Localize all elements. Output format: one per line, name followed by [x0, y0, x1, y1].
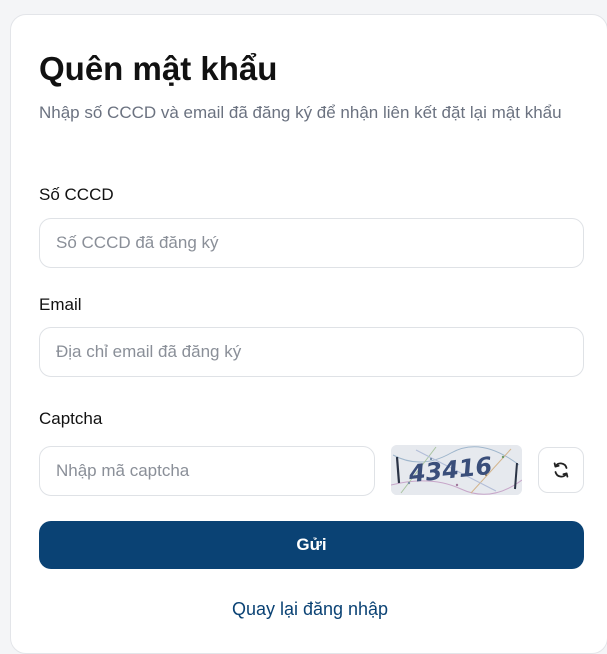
- back-to-login-link[interactable]: Quay lại đăng nhập: [11, 598, 607, 620]
- cccd-label: Số CCCD: [39, 185, 114, 204]
- captcha-image: 43416: [391, 445, 522, 495]
- email-input[interactable]: [39, 327, 584, 377]
- refresh-captcha-button[interactable]: [538, 447, 584, 493]
- captcha-input[interactable]: [39, 446, 375, 496]
- page-title: Quên mật khẩu: [39, 50, 278, 87]
- email-label: Email: [39, 295, 82, 314]
- submit-button[interactable]: Gửi: [39, 521, 584, 569]
- cccd-input[interactable]: [39, 218, 584, 268]
- page-subtitle: Nhập số CCCD và email đã đăng ký để nhận…: [39, 103, 562, 122]
- captcha-noise: 43416: [391, 445, 522, 495]
- forgot-password-card: Quên mật khẩu Nhập số CCCD và email đã đ…: [10, 14, 607, 654]
- refresh-icon: [553, 462, 569, 478]
- captcha-label: Captcha: [39, 409, 103, 428]
